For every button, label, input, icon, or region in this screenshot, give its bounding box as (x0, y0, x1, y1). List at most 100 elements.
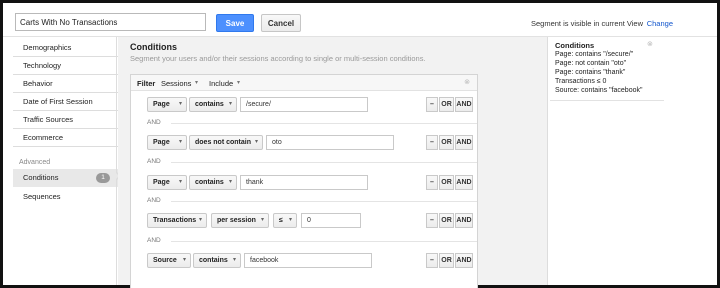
and-button[interactable]: AND (455, 213, 473, 228)
caret-down-icon: ▾ (260, 217, 264, 223)
dimension-label: Page (153, 179, 170, 186)
dimension-label: Page (153, 139, 170, 146)
condition-value-input[interactable]: 0 (301, 213, 361, 228)
summary-title: Conditions (555, 41, 595, 50)
remove-condition-button[interactable]: – (426, 135, 438, 150)
sidebar-item-ecommerce[interactable]: Ecommerce (13, 129, 118, 147)
dimension-select[interactable]: Page ▾ (147, 135, 187, 150)
summary-line: Source: contains "facebook" (555, 87, 643, 94)
condition-row: Source ▾ contains ▾ facebook – OR AND (131, 248, 477, 272)
and-separator-label: AND (147, 237, 161, 244)
sidebar-item-technology[interactable]: Technology (13, 57, 118, 75)
condition-value-input[interactable]: oto (266, 135, 394, 150)
page-subtitle: Segment your users and/or their sessions… (130, 54, 426, 63)
mode-select[interactable]: Include (209, 79, 233, 88)
sidebar-item-traffic-sources[interactable]: Traffic Sources (13, 111, 118, 129)
page-title: Conditions (130, 42, 177, 52)
or-button[interactable]: OR (439, 135, 454, 150)
conditions-panel: Conditions Segment your users and/or the… (118, 37, 547, 288)
sidebar-item-date-of-first-session[interactable]: Date of First Session (13, 93, 118, 111)
sidebar-advanced-heading: Advanced (19, 159, 51, 166)
remove-condition-button[interactable]: – (426, 97, 438, 112)
condition-row: Page ▾ does not contain ▾ oto – OR AND (131, 130, 477, 154)
segment-sidebar: Demographics Technology Behavior Date of… (3, 37, 121, 285)
sidebar-item-label: Conditions (23, 173, 59, 182)
caret-down-icon: ▾ (182, 257, 186, 263)
condition-value-input[interactable]: /secure/ (240, 97, 368, 112)
operator-label: contains (195, 101, 224, 108)
summary-line: Page: contains "thank" (555, 69, 626, 76)
operator-label: contains (199, 257, 228, 264)
conditions-count-badge: 1 (96, 173, 110, 183)
and-separator-label: AND (147, 197, 161, 204)
or-button[interactable]: OR (439, 213, 454, 228)
and-separator-label: AND (147, 158, 161, 165)
comparator-select[interactable]: ≤ ▾ (273, 213, 297, 228)
remove-condition-button[interactable]: – (426, 213, 438, 228)
save-button[interactable]: Save (216, 14, 254, 32)
dimension-select[interactable]: Transactions ▾ (147, 213, 207, 228)
summary-line: Page: contains "/secure/" (555, 51, 634, 58)
caret-down-icon: ▾ (178, 179, 182, 185)
segment-header: Save Cancel Segment is visible in curren… (3, 3, 717, 37)
operator-select[interactable]: per session ▾ (211, 213, 269, 228)
caret-down-icon: ▾ (178, 139, 182, 145)
row-divider (171, 201, 477, 202)
operator-label: contains (195, 179, 224, 186)
operator-select[interactable]: contains ▾ (189, 175, 237, 190)
filter-box: Filter Sessions ▾ Include ▾ ⊗ Page ▾ cont… (130, 74, 478, 288)
sidebar-item-label: Sequences (23, 192, 61, 201)
cancel-button[interactable]: Cancel (261, 14, 301, 32)
row-divider (171, 241, 477, 242)
sidebar-divider (116, 37, 117, 285)
caret-down-icon: ▾ (178, 101, 182, 107)
sidebar-item-label: Ecommerce (23, 133, 64, 142)
sidebar-item-label: Demographics (23, 43, 72, 52)
close-icon[interactable]: ⊗ (647, 40, 653, 48)
close-icon[interactable]: ⊗ (464, 78, 470, 86)
dimension-select[interactable]: Page ▾ (147, 175, 187, 190)
or-button[interactable]: OR (439, 175, 454, 190)
operator-select[interactable]: does not contain ▾ (189, 135, 263, 150)
operator-label: per session (217, 217, 256, 224)
or-button[interactable]: OR (439, 253, 454, 268)
dimension-label: Transactions (153, 217, 197, 224)
operator-select[interactable]: contains ▾ (189, 97, 237, 112)
and-button[interactable]: AND (455, 97, 473, 112)
caret-down-icon: ▾ (228, 179, 232, 185)
condition-value-input[interactable]: thank (240, 175, 368, 190)
change-link[interactable]: Change (647, 19, 673, 28)
or-button[interactable]: OR (439, 97, 454, 112)
caret-down-icon: ▾ (198, 217, 202, 223)
row-divider (171, 123, 477, 124)
remove-condition-button[interactable]: – (426, 175, 438, 190)
and-separator-label: AND (147, 119, 161, 126)
dimension-label: Source (153, 257, 177, 264)
operator-label: does not contain (195, 139, 251, 146)
sidebar-item-behavior[interactable]: Behavior (13, 75, 118, 93)
condition-value-input[interactable]: facebook (244, 253, 372, 268)
dimension-select[interactable]: Page ▾ (147, 97, 187, 112)
and-button[interactable]: AND (455, 175, 473, 190)
sidebar-item-label: Behavior (23, 79, 53, 88)
sidebar-item-conditions[interactable]: Conditions 1 (13, 169, 118, 187)
summary-line: Transactions ≤ 0 (555, 78, 607, 85)
operator-select[interactable]: contains ▾ (193, 253, 241, 268)
visibility-text: Segment is visible in current View (531, 19, 643, 28)
sidebar-item-label: Technology (23, 61, 61, 70)
caret-down-icon: ▾ (254, 139, 258, 145)
and-button[interactable]: AND (455, 253, 473, 268)
segment-summary-panel: Conditions ⊗ Page: contains "/secure/" P… (547, 37, 717, 285)
remove-condition-button[interactable]: – (426, 253, 438, 268)
sidebar-item-label: Traffic Sources (23, 115, 74, 124)
sidebar-item-sequences[interactable]: Sequences (13, 188, 118, 206)
dimension-select[interactable]: Source ▾ (147, 253, 191, 268)
scope-select[interactable]: Sessions (161, 79, 191, 88)
caret-down-icon: ▾ (195, 80, 199, 86)
dimension-label: Page (153, 101, 170, 108)
condition-row: Transactions ▾ per session ▾ ≤ ▾ 0 – OR AND (131, 208, 477, 232)
sidebar-item-label: Date of First Session (23, 97, 93, 106)
sidebar-item-demographics[interactable]: Demographics (13, 39, 118, 57)
and-button[interactable]: AND (455, 135, 473, 150)
segment-name-input[interactable] (15, 13, 206, 31)
